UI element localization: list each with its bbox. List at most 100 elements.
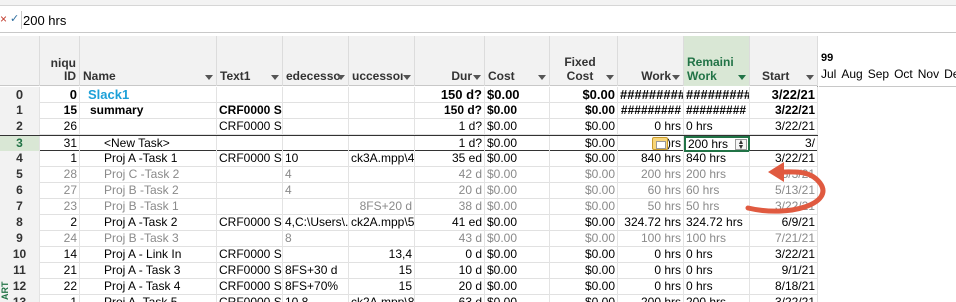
- cell-dur[interactable]: 1 d?: [415, 136, 485, 152]
- column-header-cost[interactable]: Cost: [485, 36, 550, 86]
- cell-fixed[interactable]: $0.00: [550, 183, 618, 199]
- cell-work[interactable]: 200 hrs: [618, 295, 684, 302]
- cell-rem[interactable]: 50 hrs: [684, 199, 750, 215]
- cell-cost[interactable]: $0.00: [485, 87, 550, 103]
- cell-pred[interactable]: 8FS+70%: [283, 279, 349, 295]
- cell-pred[interactable]: [283, 103, 349, 119]
- column-header-fixed-cost[interactable]: Fixed Cost: [550, 36, 618, 86]
- cell-succ[interactable]: ck2A.mpp\5: [349, 215, 415, 231]
- cell-succ[interactable]: [349, 119, 415, 135]
- cell-fixed[interactable]: $0.00: [550, 87, 618, 103]
- cell-fixed[interactable]: $0.00: [550, 151, 618, 167]
- cell-fixed[interactable]: $0.00: [550, 295, 618, 302]
- cell-pred[interactable]: 4: [283, 183, 349, 199]
- cell-uid[interactable]: 1: [40, 151, 80, 167]
- cell-uid[interactable]: 26: [40, 119, 80, 135]
- cell-fixed[interactable]: $0.00: [550, 136, 618, 152]
- cell-rn[interactable]: 4: [0, 151, 40, 167]
- cell-pred[interactable]: [283, 199, 349, 215]
- cell-start[interactable]: 3/22/21: [750, 119, 818, 135]
- cell-cost[interactable]: $0.00: [485, 103, 550, 119]
- cell-rem[interactable]: 0 hrs: [684, 263, 750, 279]
- dropdown-arrow-icon[interactable]: [403, 75, 411, 80]
- cell-name[interactable]: Proj A -Task 2: [80, 215, 217, 231]
- cell-uid[interactable]: 21: [40, 263, 80, 279]
- cell-start[interactable]: 3/: [750, 136, 818, 152]
- cell-cost[interactable]: $0.00: [485, 295, 550, 302]
- task-row[interactable]: 5 28 Proj C -Task 2 4 42 d $0.00 $0.00 200 hrs 2…: [0, 167, 818, 183]
- cell-dur[interactable]: 20 d: [415, 183, 485, 199]
- cell-pred[interactable]: [283, 247, 349, 263]
- cell-work[interactable]: 50 hrs: [618, 199, 684, 215]
- cell-succ[interactable]: 15: [349, 279, 415, 295]
- cell-fixed[interactable]: $0.00: [550, 215, 618, 231]
- cell-pred[interactable]: [283, 136, 349, 152]
- paste-options-icon[interactable]: [652, 137, 668, 150]
- cell-succ[interactable]: [349, 183, 415, 199]
- task-row[interactable]: 9 24 Proj B -Task 3 8 43 d $0.00 $0.00 100 hrs 1…: [0, 231, 818, 247]
- cell-start[interactable]: 3/22/21: [750, 295, 818, 302]
- cell-rn[interactable]: 5: [0, 167, 40, 183]
- cell-start[interactable]: 9/1/21: [750, 263, 818, 279]
- cell-dur[interactable]: 1 d?: [415, 119, 485, 135]
- cell-rem[interactable]: 200 hrs: [684, 295, 750, 302]
- cell-text1[interactable]: CRF0000 SI: [217, 103, 283, 119]
- cell-pred[interactable]: 4: [283, 167, 349, 183]
- cell-dur[interactable]: 35 ed: [415, 151, 485, 167]
- cell-rn[interactable]: 6: [0, 183, 40, 199]
- cell-name[interactable]: Proj B -Task 1: [80, 199, 217, 215]
- cell-name[interactable]: [80, 119, 217, 135]
- cell-text1[interactable]: [217, 183, 283, 199]
- cell-fixed[interactable]: $0.00: [550, 231, 618, 247]
- cell-start[interactable]: 3/22/21: [750, 199, 818, 215]
- cell-start[interactable]: 5/3/21: [750, 167, 818, 183]
- task-row[interactable]: 1 15 summary CRF0000 SI 150 d? $0.00 $0.00 ####…: [0, 103, 818, 119]
- cell-work[interactable]: 0 hrs: [618, 263, 684, 279]
- task-row[interactable]: 6 27 Proj B -Task 2 4 20 d $0.00 $0.00 60 hrs 60…: [0, 183, 818, 199]
- cell-fixed[interactable]: $0.00: [550, 167, 618, 183]
- dropdown-arrow-icon[interactable]: [606, 75, 614, 80]
- cell-text1[interactable]: [217, 199, 283, 215]
- cell-cost[interactable]: $0.00: [485, 183, 550, 199]
- column-header-work[interactable]: Work: [618, 36, 684, 86]
- cell-rn[interactable]: 3: [0, 136, 40, 152]
- cell-uid[interactable]: 31: [40, 136, 80, 152]
- cell-cost[interactable]: $0.00: [485, 215, 550, 231]
- task-row[interactable]: 11 21 Proj A - Task 3 CRF0000 SI 8FS+30 d 15 1…: [0, 263, 818, 279]
- cell-uid[interactable]: 0: [40, 87, 80, 103]
- cell-dur[interactable]: 63 d: [415, 295, 485, 302]
- cell-dur[interactable]: 41 ed: [415, 215, 485, 231]
- cell-uid[interactable]: 28: [40, 167, 80, 183]
- cell-cost[interactable]: $0.00: [485, 136, 550, 152]
- cell-text1[interactable]: CRF0000 SI: [217, 151, 283, 167]
- cell-rem[interactable]: #########: [684, 87, 750, 103]
- cell-cost[interactable]: $0.00: [485, 247, 550, 263]
- cell-text1[interactable]: CRF0000 SI: [217, 247, 283, 263]
- cell-rn[interactable]: 7: [0, 199, 40, 215]
- cell-cost[interactable]: $0.00: [485, 231, 550, 247]
- cell-dur[interactable]: 20 d: [415, 279, 485, 295]
- cell-pred[interactable]: [283, 119, 349, 135]
- dropdown-arrow-icon[interactable]: [806, 75, 814, 80]
- dropdown-arrow-icon[interactable]: [538, 75, 546, 80]
- cell-name[interactable]: Proj A -Task 5: [80, 295, 217, 302]
- cell-cost[interactable]: $0.00: [485, 279, 550, 295]
- cell-name[interactable]: Proj B -Task 3: [80, 231, 217, 247]
- task-row[interactable]: 2 26 CRF0000 SI 1 d? $0.00 $0.00 0 hrs 0 hrs 3/2…: [0, 119, 818, 135]
- cell-rn[interactable]: 0: [0, 87, 40, 103]
- task-row[interactable]: 8 2 Proj A -Task 2 CRF0000 SI 4,C:\Users\. ck…: [0, 215, 818, 231]
- cell-work[interactable]: 324.72 hrs: [618, 215, 684, 231]
- cell-text1[interactable]: [217, 231, 283, 247]
- cell-cost[interactable]: $0.00: [485, 167, 550, 183]
- cell-work[interactable]: #########: [618, 103, 684, 119]
- select-all-corner[interactable]: [0, 36, 40, 86]
- cell-name[interactable]: Proj A - Task 4: [80, 279, 217, 295]
- cell-rem[interactable]: 0 hrs: [684, 119, 750, 135]
- cell-work[interactable]: 0 hrs: [618, 279, 684, 295]
- column-header-predecessors[interactable]: edecesso: [283, 36, 349, 86]
- cell-cost[interactable]: $0.00: [485, 151, 550, 167]
- cell-work[interactable]: #########: [618, 87, 684, 103]
- task-row[interactable]: 0 0 Slack1 150 d? $0.00 $0.00 ######### #######…: [0, 87, 818, 103]
- cell-uid[interactable]: 27: [40, 183, 80, 199]
- cell-fixed[interactable]: $0.00: [550, 119, 618, 135]
